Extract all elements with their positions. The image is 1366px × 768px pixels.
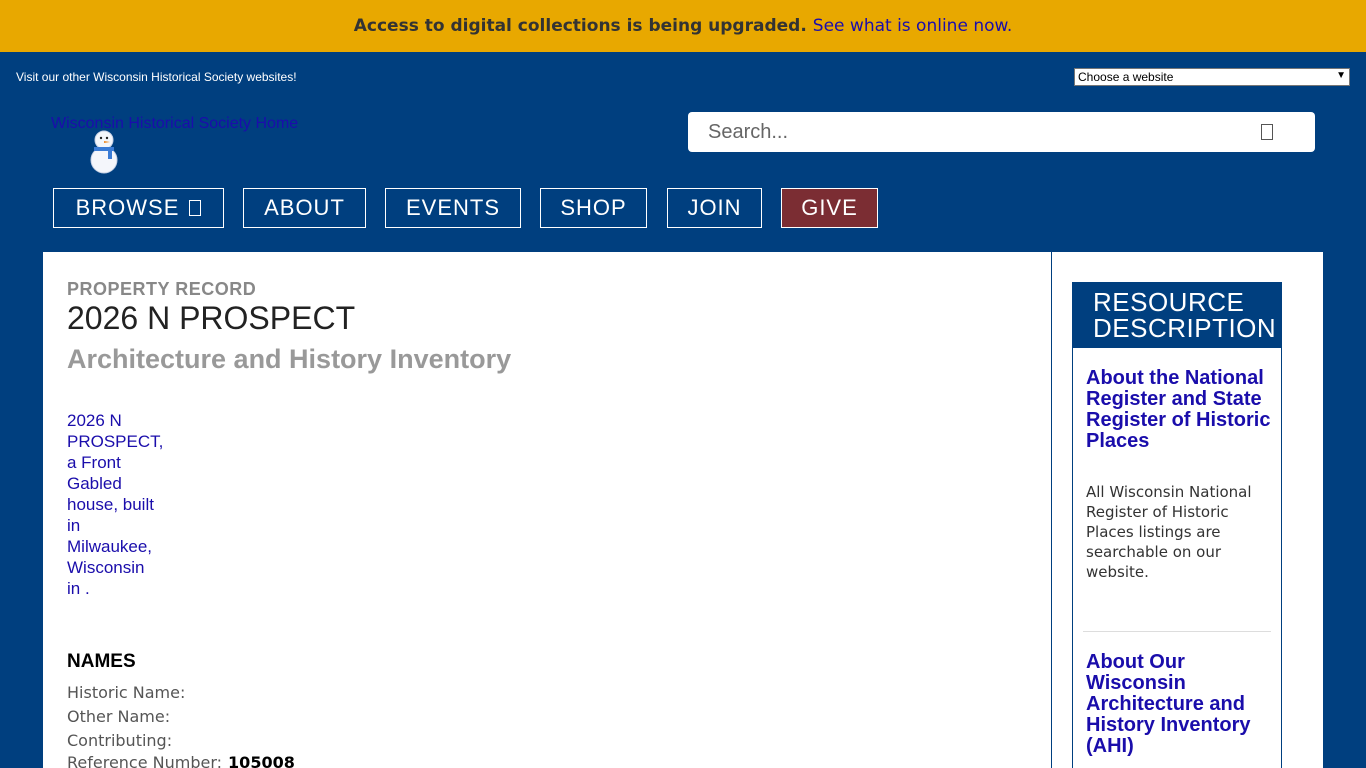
national-register-text: All Wisconsin National Register of Histo…: [1086, 483, 1252, 581]
historic-name-field: Historic Name:: [67, 683, 185, 702]
reference-number-label: Reference Number:: [67, 753, 223, 768]
nav-browse-label: BROWSE: [75, 195, 180, 220]
nav-give[interactable]: GIVE: [781, 188, 878, 228]
search-icon[interactable]: [1261, 124, 1273, 140]
ahi-link[interactable]: About Our Wisconsin Architecture and His…: [1086, 652, 1271, 757]
reference-number-value: 105008: [228, 753, 295, 768]
resource-heading-text: RESOURCE DESCRIPTION: [1093, 287, 1277, 343]
resource-box: RESOURCE DESCRIPTION About the National …: [1072, 282, 1282, 768]
chevron-down-icon: ▼: [1336, 70, 1346, 81]
nav-shop[interactable]: SHOP: [540, 188, 647, 228]
nav-events-label: EVENTS: [405, 195, 501, 220]
page-subtitle: Architecture and History Inventory: [67, 344, 512, 374]
nav-about[interactable]: ABOUT: [243, 188, 366, 228]
contributing-label: Contributing:: [67, 731, 173, 750]
snowman-icon: [90, 130, 118, 174]
nav-browse[interactable]: BROWSE: [53, 188, 224, 228]
names-heading: NAMES: [67, 651, 136, 672]
nav-join-label: JOIN: [687, 195, 742, 220]
property-photo-link[interactable]: 2026 N PROSPECT, a Front Gabled house, b…: [67, 410, 163, 599]
chevron-down-icon: [189, 200, 202, 216]
search-bar[interactable]: Search...: [688, 112, 1315, 152]
other-name-field: Other Name:: [67, 707, 170, 726]
nav-give-label: GIVE: [801, 195, 858, 220]
website-select[interactable]: Choose a website ▼: [1074, 68, 1350, 86]
main-content: PROPERTY RECORD 2026 N PROSPECT Architec…: [43, 252, 1051, 768]
nav-about-label: ABOUT: [264, 195, 345, 220]
nav-join[interactable]: JOIN: [667, 188, 762, 228]
nav-events[interactable]: EVENTS: [385, 188, 521, 228]
search-input[interactable]: Search...: [708, 121, 788, 144]
other-sites-text: Visit our other Wisconsin Historical Soc…: [16, 70, 297, 84]
historic-name-label: Historic Name:: [67, 683, 186, 702]
sidebar-divider: [1083, 631, 1271, 632]
sidebar: RESOURCE DESCRIPTION About the National …: [1052, 252, 1323, 768]
website-select-value: Choose a website: [1078, 70, 1174, 84]
contributing-field: Contributing:: [67, 731, 172, 750]
alert-link[interactable]: See what is online now.: [813, 16, 1012, 36]
alert-message: Access to digital collections is being u…: [353, 16, 807, 36]
reference-number-field: Reference Number: 105008: [67, 753, 295, 768]
record-kicker: PROPERTY RECORD: [67, 279, 257, 299]
page-title: 2026 N PROSPECT: [67, 300, 356, 336]
other-name-label: Other Name:: [67, 707, 171, 726]
alert-banner: Access to digital collections is being u…: [0, 0, 1366, 52]
national-register-link[interactable]: About the National Register and State Re…: [1086, 368, 1271, 452]
resource-heading: RESOURCE DESCRIPTION: [1073, 283, 1281, 348]
nav-shop-label: SHOP: [560, 195, 627, 220]
